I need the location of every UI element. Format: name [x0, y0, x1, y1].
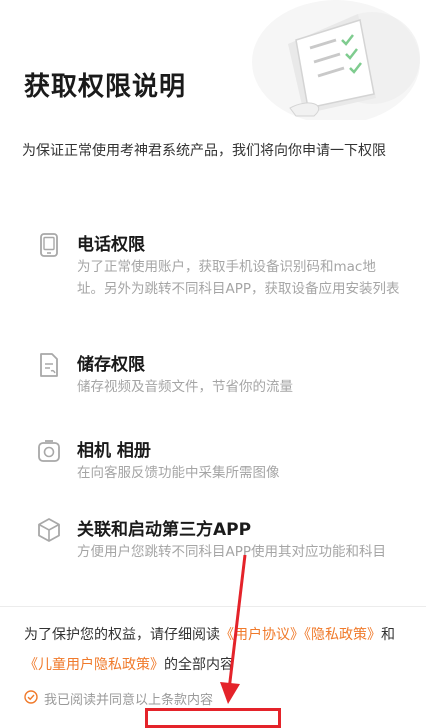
check-circle-icon[interactable]: [24, 690, 38, 704]
file-icon: [40, 353, 58, 377]
page-title: 获取权限说明: [24, 72, 187, 102]
privacy-policy-link[interactable]: 《隐私政策》: [304, 627, 381, 643]
user-agreement-link[interactable]: 《用户协议》: [220, 627, 304, 643]
permission-desc: 储存视频及音频文件，节省你的流量: [77, 379, 293, 395]
document-illustration: [252, 0, 420, 120]
annotation-box: [145, 708, 281, 728]
notice-prefix: 为了保护您的权益，请仔细阅读: [24, 627, 220, 643]
permission-title: 关联和启动第三方APP: [77, 520, 252, 540]
permission-title: 储存权限: [77, 355, 145, 375]
divider: [0, 606, 426, 607]
child-privacy-policy-link[interactable]: 《儿童用户隐私政策》: [24, 657, 164, 673]
notice-conjunction: 和: [381, 627, 395, 643]
cube-icon: [38, 518, 60, 542]
permission-desc: 在向客服反馈功能中采集所需图像: [77, 465, 280, 481]
agree-label[interactable]: 我已阅读并同意以上条款内容: [44, 689, 213, 708]
permission-title: 相机 相册: [77, 441, 151, 461]
permission-desc: 为了正常使用账户，获取手机设备识别码和mac地址。另外为跳转不同科目APP，获取…: [77, 259, 400, 297]
phone-icon: [40, 233, 58, 257]
permission-title: 电话权限: [77, 235, 145, 255]
camera-icon: [38, 440, 60, 462]
intro-text: 为保证正常使用考神君系统产品，我们将向你申请一下权限: [22, 143, 386, 159]
notice-suffix: 的全部内容: [164, 657, 234, 673]
permission-desc: 方便用户您跳转不同科目APP使用其对应功能和科目: [77, 544, 387, 560]
notice-text: 为了保护您的权益，请仔细阅读《用户协议》《隐私政策》和《儿童用户隐私政策》的全部…: [24, 620, 414, 680]
